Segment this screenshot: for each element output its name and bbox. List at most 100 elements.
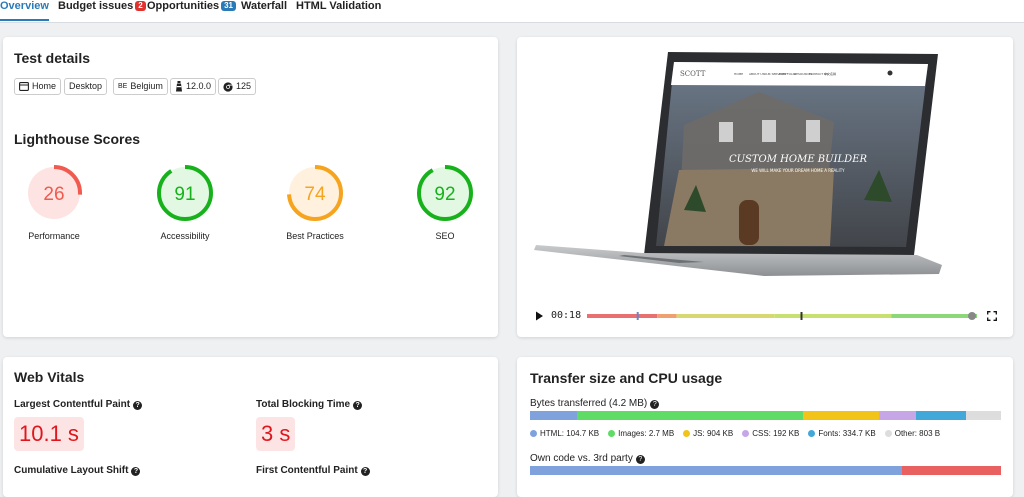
laptop-screenshot: SCOTT HOME ABOUT US OUR SERVICESPORTFOLIOR… (534, 52, 942, 276)
own-code-segment (530, 466, 903, 475)
device-chip: Desktop (64, 78, 108, 95)
play-icon[interactable] (535, 311, 544, 321)
tab-overview[interactable]: Overview (0, 0, 49, 21)
timeline-progress-marker (636, 312, 639, 320)
legend-item: CSS: 192 KB (742, 429, 799, 438)
timeline-segment (637, 314, 658, 318)
score-value: 26 (43, 184, 64, 205)
cls-label-text: Cumulative Layout Shift (14, 465, 129, 476)
lighthouse-icon (176, 81, 182, 92)
lighthouse-score: 91 Accessibility (145, 163, 225, 241)
legend-item: JS: 904 KB (683, 429, 733, 438)
help-icon[interactable]: ? (650, 400, 660, 409)
legend-label: CSS: 192 KB (752, 429, 800, 438)
web-vitals-title: Web Vitals (14, 369, 85, 385)
score-label: SEO (435, 231, 455, 241)
help-icon[interactable]: ? (360, 467, 370, 476)
score-gauge: 74 (287, 165, 343, 221)
budget-count-badge: 2 (135, 1, 146, 11)
opportunities-count-badge: 31 (221, 1, 237, 11)
lcp-value: 10.1 s (14, 417, 84, 451)
video-timeline[interactable] (587, 312, 977, 320)
own-code-text: Own code vs. 3rd party (530, 453, 633, 464)
chrome-icon (223, 81, 233, 92)
score-label: Best Practices (286, 231, 344, 241)
score-gauge: 92 (417, 165, 473, 221)
report-tabs: Overview Budget issues 2 Opportunities 31 … (0, 0, 1024, 23)
legend-label: JS: 904 KB (693, 429, 734, 438)
timeline-segment (676, 314, 775, 318)
house-door (739, 200, 759, 245)
own-code-label: Own code vs. 3rd party? (530, 453, 645, 464)
page-chip: Home (14, 78, 62, 95)
help-icon[interactable]: ? (353, 401, 363, 410)
test-details-title: Test details (14, 50, 90, 66)
bytes-segment (965, 411, 1001, 420)
tab-html-validation[interactable]: HTML Validation (296, 0, 381, 12)
fcp-label: First Contentful Paint? (256, 465, 370, 476)
lighthouse-title: Lighthouse Scores (14, 131, 141, 147)
legend-label: Other: 803 B (894, 429, 941, 438)
score-gauge: 26 (26, 165, 82, 221)
tbt-label-text: Total Blocking Time (256, 399, 351, 410)
tbt-value: 3 s (256, 417, 296, 451)
legend-dot (530, 430, 537, 437)
site-tagline: WE WILL MAKE YOUR DREAM HOME A REALITY (751, 168, 845, 173)
help-icon[interactable]: ? (133, 401, 143, 410)
page-chip-label: Home (32, 81, 57, 91)
help-icon[interactable]: ? (635, 455, 645, 464)
lcp-label-text: Largest Contentful Paint (14, 399, 131, 410)
timeline-segment (587, 314, 638, 318)
tab-overview-label: Overview (0, 0, 49, 12)
tab-budget-issues[interactable]: Budget issues 2 (58, 0, 146, 12)
legend-label: Fonts: 334.7 KB (818, 429, 876, 438)
score-value: 74 (304, 184, 326, 205)
legend-item: Fonts: 334.7 KB (808, 429, 876, 438)
timeline-segment (891, 314, 977, 318)
legend-label: Images: 2.7 MB (618, 429, 675, 438)
cls-label: Cumulative Layout Shift? (14, 465, 141, 476)
device-chip-label: Desktop (69, 81, 103, 91)
tab-waterfall[interactable]: Waterfall (241, 0, 287, 12)
site-logo: SCOTT (680, 70, 706, 78)
version-chip-label: 12.0.0 (186, 81, 212, 91)
site-nav-item: HOME (734, 72, 743, 76)
timeline-segment (657, 314, 677, 318)
version-chip: 12.0.0 (170, 78, 217, 95)
fcp-label-text: First Contentful Paint (256, 465, 358, 476)
own-code-bar (530, 466, 1001, 475)
browser-chip-label: 125 (236, 81, 252, 91)
timeline-event-marker (800, 312, 803, 320)
house-window (806, 120, 820, 142)
browser-chip: 125 (218, 78, 257, 95)
site-contact-icon (887, 70, 893, 76)
legend-dot (683, 430, 691, 437)
timeline-segment (774, 314, 892, 318)
bytes-segment (530, 411, 578, 420)
bytes-transferred-text: Bytes transferred (4.2 MB) (530, 398, 648, 409)
legend-dot (608, 430, 616, 437)
bytes-legend: HTML: 104.7 KB Images: 2.7 MB JS: 904 KB CS… (530, 429, 940, 438)
lighthouse-score: 74 Best Practices (275, 163, 355, 241)
country-chip: BE Belgium (113, 78, 168, 95)
timeline-handle[interactable] (968, 312, 976, 320)
bytes-segment (878, 411, 917, 420)
score-label: Accessibility (160, 231, 210, 241)
legend-dot (808, 430, 816, 437)
tbt-label: Total Blocking Time? (256, 399, 363, 410)
help-icon[interactable]: ? (131, 467, 141, 476)
tab-html-validation-label: HTML Validation (296, 0, 382, 12)
legend-label: HTML: 104.7 KB (540, 429, 600, 438)
own-code-segment (902, 466, 1001, 475)
tab-waterfall-label: Waterfall (241, 0, 288, 12)
score-gauge: 91 (157, 165, 213, 221)
tab-opportunities[interactable]: Opportunities 31 (147, 0, 237, 12)
browser-window-icon (19, 82, 29, 91)
legend-item: Other: 803 B (884, 429, 941, 438)
house-window (719, 122, 733, 142)
bytes-transferred-label: Bytes transferred (4.2 MB)? (530, 398, 660, 409)
score-value: 91 (174, 184, 195, 205)
tab-budget-label: Budget issues (58, 0, 134, 12)
fullscreen-icon[interactable] (987, 311, 997, 321)
house-window (762, 120, 776, 142)
